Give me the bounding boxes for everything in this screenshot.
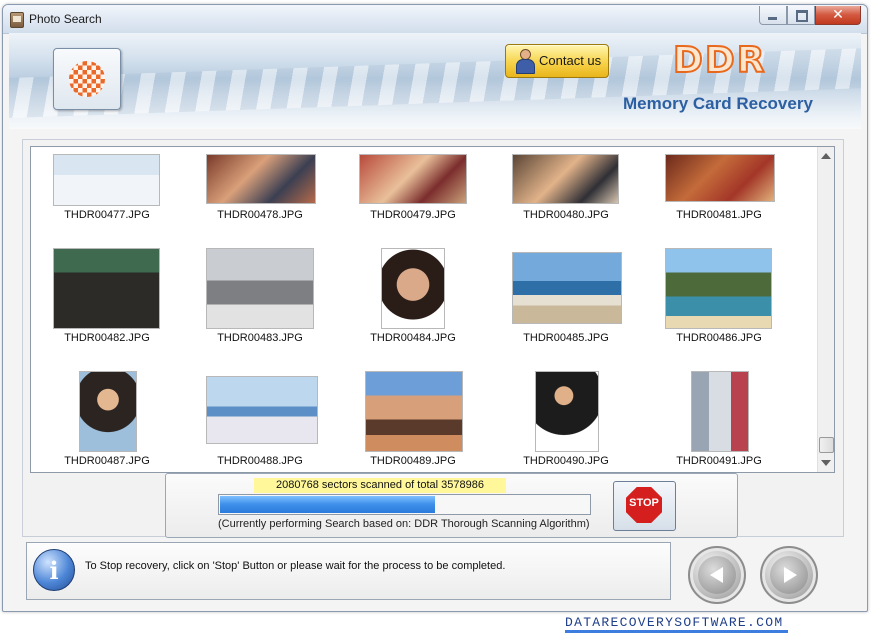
thumbnail-image[interactable] xyxy=(381,248,445,329)
contact-us-label: Contact us xyxy=(539,53,602,68)
thumbnail-filename: THDR00487.JPG xyxy=(64,455,150,467)
thumbnail-filename: THDR00478.JPG xyxy=(217,209,303,221)
maximize-icon xyxy=(796,10,808,22)
thumbnail-image[interactable] xyxy=(359,154,467,204)
status-message: To Stop recovery, click on 'Stop' Button… xyxy=(85,560,506,572)
vertical-scrollbar[interactable] xyxy=(817,147,834,472)
thumbnail-filename: THDR00491.JPG xyxy=(676,455,762,467)
arrow-right-icon xyxy=(784,567,797,583)
scroll-thumb[interactable] xyxy=(819,437,834,453)
thumbnail-image[interactable] xyxy=(365,371,463,452)
status-bar: i To Stop recovery, click on 'Stop' Butt… xyxy=(26,542,671,600)
thumbnail-image[interactable] xyxy=(665,248,772,329)
minimize-icon xyxy=(768,17,777,20)
close-button[interactable]: ✕ xyxy=(815,6,861,25)
logo-button[interactable] xyxy=(53,48,121,110)
thumbnail-filename: THDR00480.JPG xyxy=(523,209,609,221)
window-controls: ✕ xyxy=(759,6,861,25)
thumbnail-image[interactable] xyxy=(512,154,619,204)
contact-us-button[interactable]: Contact us xyxy=(505,44,609,78)
minimize-button[interactable] xyxy=(759,6,787,25)
thumbnail-image[interactable] xyxy=(206,154,316,204)
scan-progress-bar xyxy=(218,494,591,515)
thumbnail-filename: THDR00489.JPG xyxy=(370,455,456,467)
stop-label: STOP xyxy=(629,497,659,509)
thumbnail-filename: THDR00488.JPG xyxy=(217,455,303,467)
stop-button[interactable]: STOP xyxy=(613,481,676,531)
sectors-scanned-text: 2080768 sectors scanned of total 3578986 xyxy=(254,478,506,493)
thumbnail-image[interactable] xyxy=(206,376,318,444)
window-title: Photo Search xyxy=(29,12,102,26)
thumbnail-filename: THDR00479.JPG xyxy=(370,209,456,221)
thumbnail-image[interactable] xyxy=(79,371,137,452)
thumbnail-filename: THDR00484.JPG xyxy=(370,332,456,344)
algorithm-text: (Currently performing Search based on: D… xyxy=(218,518,590,530)
title-bar[interactable]: Photo Search ✕ xyxy=(3,5,867,34)
thumbnail-image[interactable] xyxy=(512,252,622,324)
scan-progress-panel: 2080768 sectors scanned of total 3578986… xyxy=(165,473,738,538)
progress-fill xyxy=(220,496,435,513)
checker-logo-icon xyxy=(69,61,105,97)
header-banner: Contact us DDR Memory Card Recovery xyxy=(9,33,861,129)
brand-logo-text: DDR xyxy=(672,39,767,82)
thumbnail-image[interactable] xyxy=(691,371,749,452)
next-button[interactable] xyxy=(760,546,818,604)
website-link[interactable]: DATARECOVERYSOFTWARE.COM xyxy=(565,615,783,630)
person-icon xyxy=(514,48,535,74)
website-link-underline xyxy=(565,630,788,633)
close-icon: ✕ xyxy=(832,7,844,23)
thumbnail-image[interactable] xyxy=(665,154,775,202)
thumbnail-filename: THDR00483.JPG xyxy=(217,332,303,344)
stop-sign-icon: STOP xyxy=(626,487,662,523)
info-icon: i xyxy=(33,549,75,591)
thumbnail-image[interactable] xyxy=(53,248,160,329)
photo-app-icon xyxy=(10,12,24,28)
thumbnail-filename: THDR00482.JPG xyxy=(64,332,150,344)
thumbnail-filename: THDR00490.JPG xyxy=(523,455,609,467)
scroll-up-icon[interactable] xyxy=(821,153,831,159)
arrow-left-icon xyxy=(710,567,723,583)
maximize-button[interactable] xyxy=(787,6,815,25)
thumbnail-image[interactable] xyxy=(206,248,314,329)
back-button[interactable] xyxy=(688,546,746,604)
scroll-down-icon[interactable] xyxy=(821,460,831,466)
thumbnail-filename: THDR00481.JPG xyxy=(676,209,762,221)
photo-gallery: THDR00477.JPG THDR00478.JPG THDR00479.JPG T… xyxy=(30,146,835,473)
product-tagline: Memory Card Recovery xyxy=(623,94,813,113)
thumbnail-filename: THDR00477.JPG xyxy=(64,209,150,221)
thumbnail-filename: THDR00485.JPG xyxy=(523,332,609,344)
thumbnail-image[interactable] xyxy=(53,154,160,206)
thumbnail-image[interactable] xyxy=(535,371,599,452)
thumbnail-filename: THDR00486.JPG xyxy=(676,332,762,344)
